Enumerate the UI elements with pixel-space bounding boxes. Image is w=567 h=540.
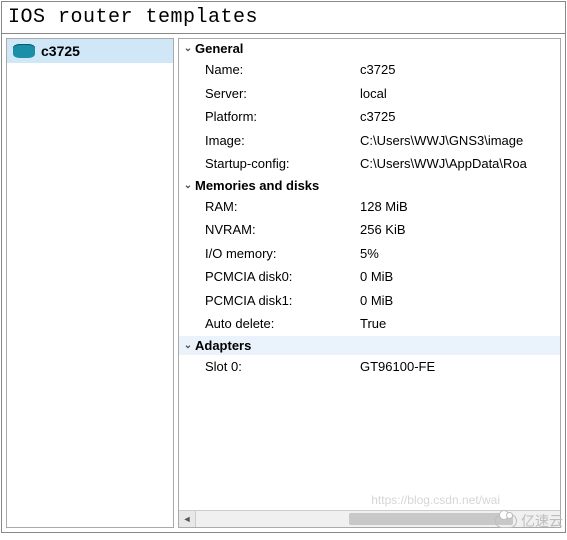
section-title: Adapters <box>195 338 251 353</box>
property-key: I/O memory: <box>205 244 360 264</box>
property-key: Name: <box>205 60 360 80</box>
detail-panel: ⌄ General Name: c3725 Server: local Plat… <box>178 38 561 528</box>
property-value: 256 KiB <box>360 220 556 240</box>
window-title: IOS router templates <box>2 2 565 34</box>
window-frame: IOS router templates c3725 ⌄ General Nam… <box>1 1 566 533</box>
template-list[interactable]: c3725 <box>6 38 174 528</box>
scroll-thumb[interactable] <box>349 513 513 525</box>
chevron-down-icon: ⌄ <box>183 340 193 351</box>
property-row[interactable]: Image: C:\Users\WWJ\GNS3\image <box>179 129 560 153</box>
property-key: RAM: <box>205 197 360 217</box>
property-value: c3725 <box>360 60 556 80</box>
section-header-adapters[interactable]: ⌄ Adapters <box>179 336 560 355</box>
property-value: 128 MiB <box>360 197 556 217</box>
property-key: PCMCIA disk1: <box>205 291 360 311</box>
property-value: GT96100-FE <box>360 357 556 377</box>
property-key: Slot 0: <box>205 357 360 377</box>
section-header-general[interactable]: ⌄ General <box>179 39 560 58</box>
horizontal-scrollbar[interactable]: ◄ <box>179 510 560 527</box>
property-value: local <box>360 84 556 104</box>
property-row[interactable]: Auto delete: True <box>179 312 560 336</box>
property-row[interactable]: Name: c3725 <box>179 58 560 82</box>
detail-body: ⌄ General Name: c3725 Server: local Plat… <box>179 39 560 510</box>
property-key: Startup-config: <box>205 154 360 174</box>
property-row[interactable]: I/O memory: 5% <box>179 242 560 266</box>
property-key: PCMCIA disk0: <box>205 267 360 287</box>
property-value: c3725 <box>360 107 556 127</box>
router-icon <box>13 44 35 58</box>
scroll-track[interactable] <box>196 511 560 527</box>
property-value: True <box>360 314 556 334</box>
chevron-down-icon: ⌄ <box>183 43 193 54</box>
property-row[interactable]: Server: local <box>179 82 560 106</box>
chevron-down-icon: ⌄ <box>183 180 193 191</box>
property-value: 5% <box>360 244 556 264</box>
content-area: c3725 ⌄ General Name: c3725 Server: loca… <box>2 34 565 532</box>
template-list-item-label: c3725 <box>41 43 80 59</box>
property-key: NVRAM: <box>205 220 360 240</box>
property-row[interactable]: Slot 0: GT96100-FE <box>179 355 560 379</box>
property-row[interactable]: PCMCIA disk1: 0 MiB <box>179 289 560 313</box>
property-value: 0 MiB <box>360 267 556 287</box>
property-row[interactable]: NVRAM: 256 KiB <box>179 218 560 242</box>
property-key: Server: <box>205 84 360 104</box>
scroll-left-button[interactable]: ◄ <box>179 511 196 527</box>
property-key: Auto delete: <box>205 314 360 334</box>
section-title: General <box>195 41 243 56</box>
section-header-memories[interactable]: ⌄ Memories and disks <box>179 176 560 195</box>
template-list-item[interactable]: c3725 <box>7 39 173 63</box>
watermark-url: https://blog.csdn.net/wai <box>371 493 500 507</box>
property-row[interactable]: Platform: c3725 <box>179 105 560 129</box>
property-value: 0 MiB <box>360 291 556 311</box>
property-value: C:\Users\WWJ\AppData\Roa <box>360 154 556 174</box>
property-key: Platform: <box>205 107 360 127</box>
property-key: Image: <box>205 131 360 151</box>
section-title: Memories and disks <box>195 178 319 193</box>
property-row[interactable]: Startup-config: C:\Users\WWJ\AppData\Roa <box>179 152 560 176</box>
property-row[interactable]: PCMCIA disk0: 0 MiB <box>179 265 560 289</box>
property-row[interactable]: RAM: 128 MiB <box>179 195 560 219</box>
property-value: C:\Users\WWJ\GNS3\image <box>360 131 556 151</box>
